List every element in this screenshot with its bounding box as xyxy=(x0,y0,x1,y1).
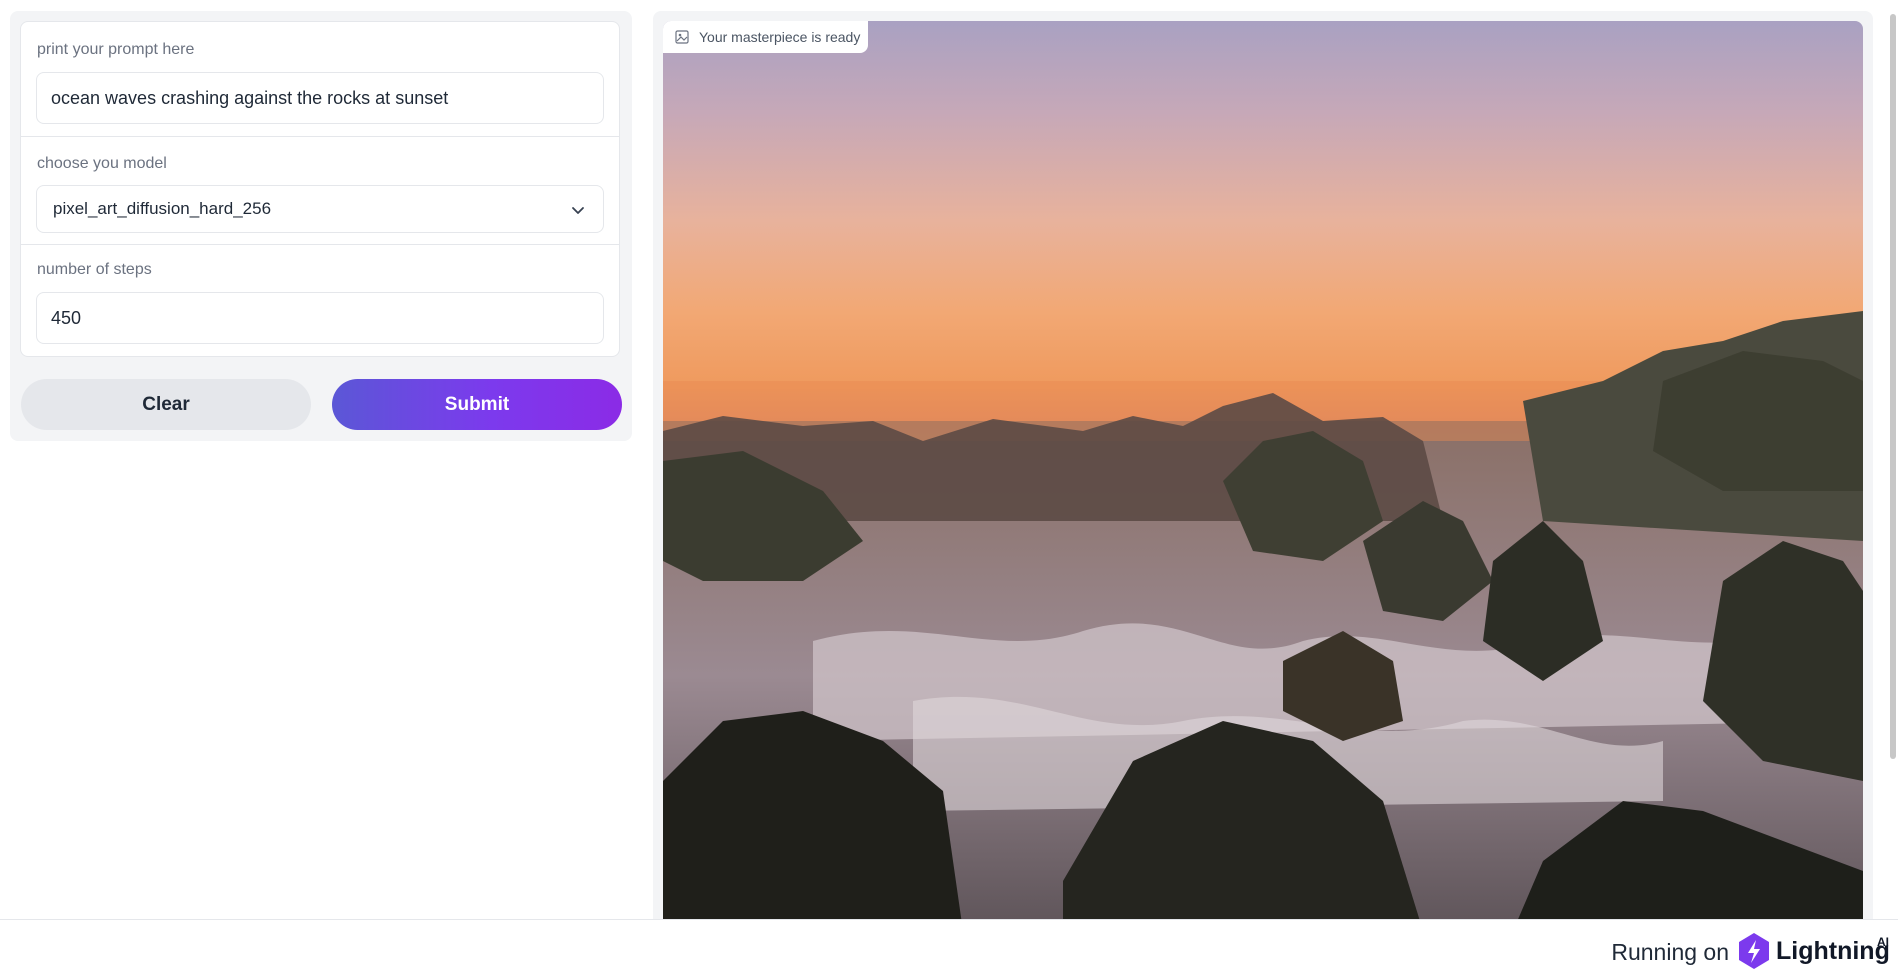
chevron-down-icon xyxy=(572,207,584,214)
output-label: Your masterpiece is ready xyxy=(663,21,868,53)
footer-brand-suffix: AI xyxy=(1877,935,1889,949)
model-selected-value: pixel_art_diffusion_hard_256 xyxy=(53,199,272,218)
steps-input-value: 450 xyxy=(51,307,82,328)
input-form: print your prompt here ocean waves crash… xyxy=(20,21,620,357)
page-scrollbar[interactable] xyxy=(1888,0,1898,920)
prompt-input-value: ocean waves crashing against the rocks a… xyxy=(51,87,449,108)
steps-field: number of steps 450 xyxy=(21,244,619,356)
steps-input[interactable]: 450 xyxy=(36,292,604,344)
prompt-field: print your prompt here ocean waves crash… xyxy=(21,22,619,136)
model-label: choose you model xyxy=(37,155,167,172)
steps-label: number of steps xyxy=(37,261,152,278)
sunset-waves-image xyxy=(663,21,1863,931)
output-panel: Your masterpiece is ready xyxy=(653,11,1873,931)
scrollbar-thumb[interactable] xyxy=(1890,14,1896,759)
footer: Running on Lightning AI xyxy=(0,919,1898,979)
footer-brand[interactable]: Lightning xyxy=(1776,937,1890,966)
prompt-label: print your prompt here xyxy=(37,41,195,58)
submit-button[interactable]: Submit xyxy=(332,379,622,430)
input-panel: print your prompt here ocean waves crash… xyxy=(10,11,632,441)
generated-image xyxy=(663,21,1863,931)
image-icon xyxy=(675,30,689,44)
model-dropdown[interactable]: pixel_art_diffusion_hard_256 xyxy=(36,185,604,233)
clear-button[interactable]: Clear xyxy=(21,379,311,430)
model-field: choose you model pixel_art_diffusion_har… xyxy=(21,136,619,244)
prompt-input[interactable]: ocean waves crashing against the rocks a… xyxy=(36,72,604,124)
output-label-text: Your masterpiece is ready xyxy=(699,29,861,45)
lightning-logo-icon[interactable] xyxy=(1737,932,1771,970)
footer-prefix: Running on xyxy=(1611,939,1729,965)
